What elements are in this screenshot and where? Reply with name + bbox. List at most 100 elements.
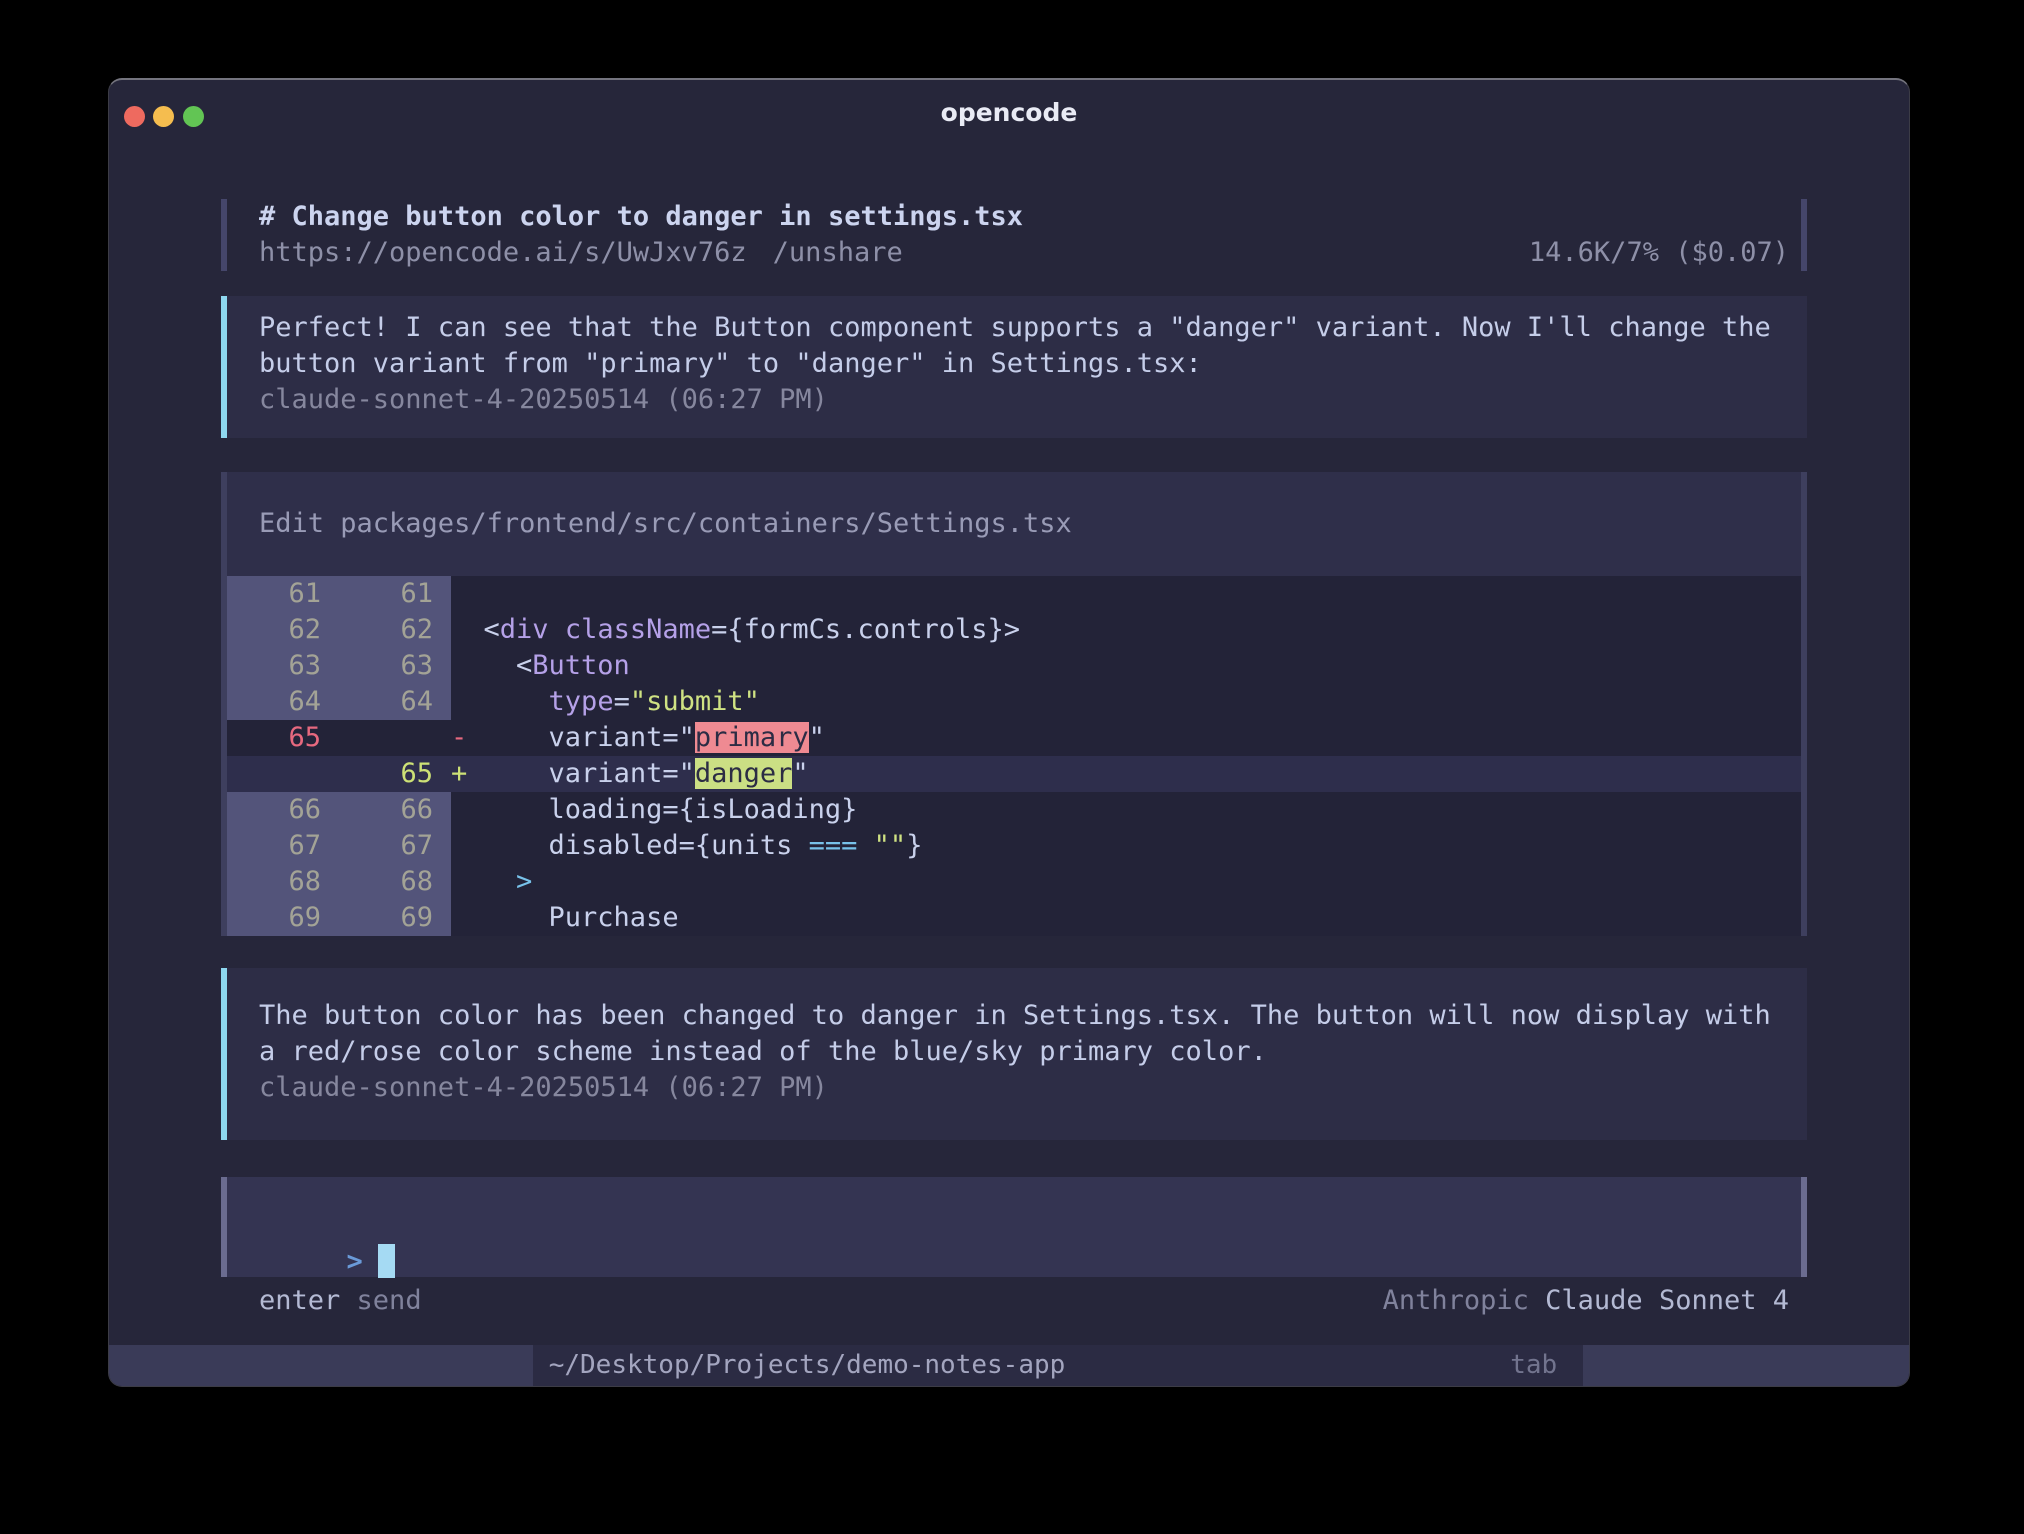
code-token: " <box>792 758 808 789</box>
hints-row: enter send Anthropic Claude Sonnet 4 <box>221 1283 1807 1319</box>
diff-code-line: + variant="danger" <box>451 756 1801 792</box>
share-url: https://opencode.ai/s/UwJxv76z <box>259 235 747 271</box>
code-token: < <box>451 650 532 681</box>
assistant-message: The button color has been changed to dan… <box>221 968 1807 1140</box>
code-token: + <box>451 758 467 789</box>
message-line: a red/rose color scheme instead of the b… <box>259 1034 1789 1070</box>
code-token <box>857 830 873 861</box>
tab-key-hint: tab <box>1510 1345 1583 1386</box>
working-directory: ~/Desktop/Projects/demo-notes-app <box>533 1345 1066 1386</box>
edit-tool-header: Edit packages/frontend/src/containers/Se… <box>227 506 1801 542</box>
session-title: # Change button color to danger in setti… <box>221 199 1807 235</box>
diff-line-number-new <box>339 720 451 756</box>
text-cursor <box>378 1244 395 1278</box>
code-token: Button <box>532 650 630 681</box>
diff-line-number-old <box>227 756 339 792</box>
message-line: The button color has been changed to dan… <box>259 998 1789 1034</box>
diff-row: 6262 <div className={formCs.controls}> <box>227 612 1801 648</box>
diff-line-number-old: 64 <box>227 684 339 720</box>
code-token <box>451 866 516 897</box>
diff-line-number-old: 67 <box>227 828 339 864</box>
code-token: Purchase <box>451 902 679 933</box>
code-token: - <box>451 722 467 753</box>
app-window: opencode # Change button color to danger… <box>108 78 1910 1387</box>
diff-row: 6464 type="submit" <box>227 684 1801 720</box>
code-token <box>549 614 565 645</box>
diff-line-number-old: 65 <box>227 720 339 756</box>
code-token: = <box>614 686 630 717</box>
app-name: opencode v0.3.11 <box>109 1345 533 1386</box>
diff-row: 6161 <box>227 576 1801 612</box>
unshare-command[interactable]: /unshare <box>773 235 903 271</box>
prompt-input[interactable]: > <box>221 1177 1807 1277</box>
diff-code-line: - variant="primary" <box>451 720 1801 756</box>
provider-label: Anthropic <box>1383 1283 1529 1319</box>
status-bar: opencode v0.3.11 ~/Desktop/Projects/demo… <box>109 1345 1909 1386</box>
diff-row: 65 - variant="primary" <box>227 720 1801 756</box>
diff-line-number-new: 62 <box>339 612 451 648</box>
code-token: loading={isLoading} <box>451 794 857 825</box>
diff-row: 6868 > <box>227 864 1801 900</box>
screen: opencode # Change button color to danger… <box>0 0 2024 1534</box>
code-token: div <box>500 614 549 645</box>
code-token: variant=" <box>467 758 695 789</box>
code-token: === <box>809 830 858 861</box>
diff-code-line: Purchase <box>451 900 1801 936</box>
code-token: type <box>549 686 614 717</box>
code-token: variant=" <box>467 722 695 753</box>
diff-code-line: disabled={units === ""} <box>451 828 1801 864</box>
diff-code-line: > <box>451 864 1801 900</box>
hint-enter-key: enter <box>259 1283 340 1319</box>
model-label: Claude Sonnet 4 <box>1545 1283 1789 1319</box>
diff-row: 6666 loading={isLoading} <box>227 792 1801 828</box>
diff-row: 65+ variant="danger" <box>227 756 1801 792</box>
assistant-message: Perfect! I can see that the Button compo… <box>221 296 1807 438</box>
diff-line-number-new: 66 <box>339 792 451 828</box>
session-header: # Change button color to danger in setti… <box>221 199 1807 271</box>
diff-code-line: <div className={formCs.controls}> <box>451 612 1801 648</box>
diff-line-number-new: 64 <box>339 684 451 720</box>
message-line: Perfect! I can see that the Button compo… <box>259 310 1789 346</box>
diff-line-number-new: 68 <box>339 864 451 900</box>
diff-line-number-old: 69 <box>227 900 339 936</box>
message-line: button variant from "primary" to "danger… <box>259 346 1789 382</box>
diff-line-number-new: 63 <box>339 648 451 684</box>
code-token: "" <box>874 830 907 861</box>
diff-line-number-old: 63 <box>227 648 339 684</box>
diff-line-number-new: 65 <box>339 756 451 792</box>
prompt-symbol: > <box>347 1246 363 1277</box>
diff-line-number-old: 62 <box>227 612 339 648</box>
diff-line-number-new: 67 <box>339 828 451 864</box>
diff-line-number-new: 69 <box>339 900 451 936</box>
diff-line-number-new: 61 <box>339 576 451 612</box>
window-title: opencode <box>109 95 1909 131</box>
edit-tool-block: Edit packages/frontend/src/containers/Se… <box>221 472 1807 936</box>
code-token: > <box>516 866 532 897</box>
diff-row: 6363 <Button <box>227 648 1801 684</box>
diff-row: 6767 disabled={units === ""} <box>227 828 1801 864</box>
code-token <box>451 686 549 717</box>
code-token: danger <box>695 758 793 789</box>
diff-line-number-old: 61 <box>227 576 339 612</box>
hint-send-label: send <box>357 1283 422 1319</box>
code-token: "submit" <box>630 686 760 717</box>
titlebar: opencode <box>109 80 1909 144</box>
diff-code-line: <Button <box>451 648 1801 684</box>
diff-line-number-old: 68 <box>227 864 339 900</box>
code-token: < <box>451 614 500 645</box>
diff-code-line: loading={isLoading} <box>451 792 1801 828</box>
model-label <box>1529 1283 1545 1319</box>
hint-send-label <box>340 1283 356 1319</box>
diff-row: 6969 Purchase <box>227 900 1801 936</box>
code-token: disabled={units <box>451 830 809 861</box>
code-token: primary <box>695 722 809 753</box>
diff-code-line <box>451 576 1801 612</box>
code-token: " <box>809 722 825 753</box>
diff-line-number-old: 66 <box>227 792 339 828</box>
code-token: ={formCs.controls}> <box>711 614 1020 645</box>
code-token: } <box>906 830 922 861</box>
token-usage: 14.6K/7% ($0.07) <box>1529 235 1789 271</box>
code-token: className <box>565 614 711 645</box>
diff-code-line: type="submit" <box>451 684 1801 720</box>
diff-view: 61616262 <div className={formCs.controls… <box>227 576 1801 936</box>
